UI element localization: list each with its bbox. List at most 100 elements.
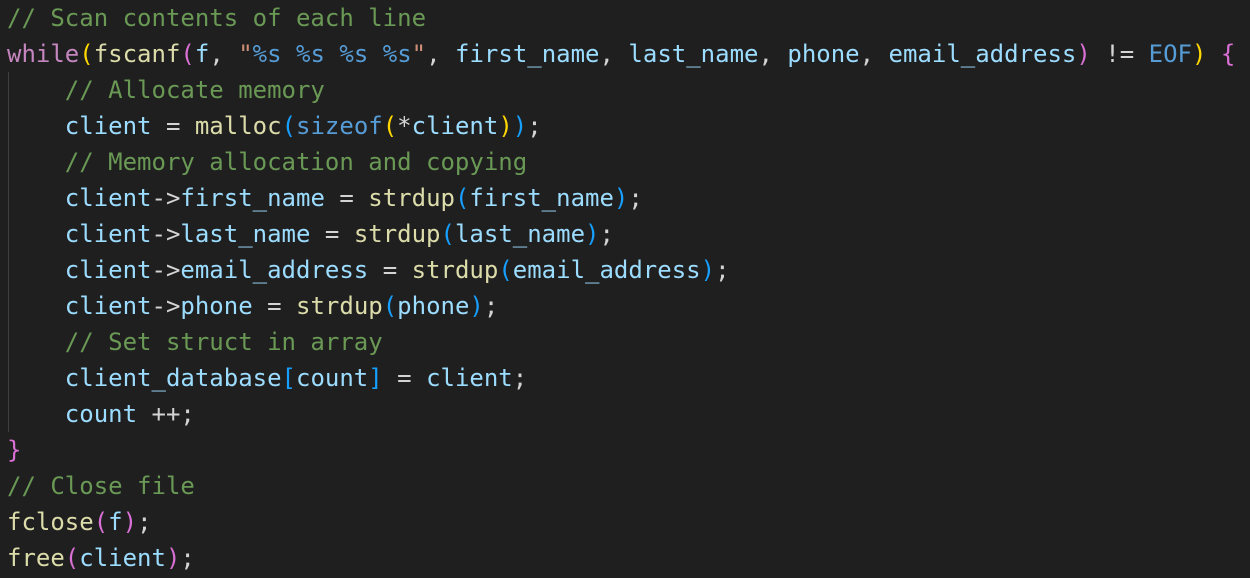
semicolon: ; [180, 544, 195, 572]
keyword-sizeof: sizeof [296, 112, 383, 140]
operator-assign: = [368, 256, 412, 284]
bracket-open: ( [382, 112, 398, 140]
comma: , [758, 40, 788, 68]
bracket-close: ) [1076, 40, 1091, 68]
code-line-5[interactable]: // Memory allocation and copying [7, 144, 527, 180]
variable-f: f [194, 40, 210, 68]
code-line-12[interactable]: count ++; [7, 396, 195, 432]
string-quote: " [411, 40, 427, 68]
code-editor[interactable]: // Scan contents of each line while(fsca… [0, 0, 1250, 578]
variable-client: client [64, 292, 152, 320]
code-line-4[interactable]: client = malloc(sizeof(*client)); [7, 108, 542, 144]
function-strdup: strdup [353, 220, 441, 248]
operator-arrow: -> [151, 220, 181, 248]
bracket-close: ) [469, 292, 484, 320]
semicolon: ; [628, 184, 643, 212]
variable-first-name: first_name [469, 184, 614, 212]
code-line-15[interactable]: fclose(f); [7, 504, 152, 540]
member-last-name: last_name [180, 220, 311, 248]
code-line-1[interactable]: // Scan contents of each line [7, 0, 426, 36]
code-line-2[interactable]: while(fscanf(f, "%s %s %s %s", first_nam… [7, 36, 1235, 72]
variable-first-name: first_name [455, 40, 600, 68]
variable-client: client [426, 364, 513, 392]
semicolon: ; [599, 220, 614, 248]
function-fscanf: fscanf [93, 40, 181, 68]
function-fclose: fclose [7, 508, 94, 536]
bracket-close: ) [122, 508, 138, 536]
variable-client: client [64, 256, 152, 284]
bracket-open: ( [440, 220, 455, 248]
variable-f: f [108, 508, 123, 536]
function-malloc: malloc [194, 112, 282, 140]
bracket-close: ) [700, 256, 716, 284]
code-line-16[interactable]: free(client); [7, 540, 195, 576]
operator-assign: = [151, 112, 195, 140]
operator-not-equal: != [1090, 40, 1149, 68]
string-space [282, 40, 296, 68]
code-line-8[interactable]: client->email_address = strdup(email_add… [7, 252, 730, 288]
comment: // Set struct in array [64, 328, 383, 356]
bracket-open: ( [64, 544, 80, 572]
variable-count: count [296, 364, 369, 392]
code-line-9[interactable]: client->phone = strdup(phone); [7, 288, 499, 324]
semicolon: ; [527, 112, 542, 140]
code-line-6[interactable]: client->first_name = strdup(first_name); [7, 180, 643, 216]
bracket-close: ) [1191, 40, 1207, 68]
format-specifier: %s [252, 40, 282, 68]
code-line-7[interactable]: client->last_name = strdup(last_name); [7, 216, 614, 252]
operator-deref: * [397, 112, 412, 140]
comment: // Scan contents of each line [7, 4, 427, 32]
variable-phone: phone [397, 292, 470, 320]
semicolon: ; [180, 400, 195, 428]
semicolon: ; [512, 364, 528, 392]
bracket-close: ] [368, 364, 383, 392]
format-specifier: %s [382, 40, 412, 68]
comma: , [859, 40, 889, 68]
code-line-3[interactable]: // Allocate memory [7, 72, 325, 108]
code-line-13[interactable]: } [7, 432, 21, 468]
bracket-close: ) [613, 184, 629, 212]
variable-phone: phone [787, 40, 860, 68]
variable-client: client [79, 544, 166, 572]
comma: , [209, 40, 239, 68]
bracket-open: ( [498, 256, 513, 284]
format-specifier: %s [296, 40, 325, 68]
bracket-close: ) [498, 112, 513, 140]
bracket-open: ( [454, 184, 470, 212]
operator-assign: = [310, 220, 354, 248]
variable-last-name: last_name [454, 220, 586, 248]
bracket-open: ( [93, 508, 109, 536]
keyword-while: while [7, 40, 80, 68]
function-strdup: strdup [368, 184, 455, 212]
semicolon: ; [137, 508, 152, 536]
variable-last-name: last_name [628, 40, 759, 68]
comma: , [426, 40, 456, 68]
format-specifier: %s [339, 40, 369, 68]
code-line-11[interactable]: client_database[count] = client; [7, 360, 527, 396]
semicolon: ; [483, 292, 499, 320]
operator-arrow: -> [151, 292, 181, 320]
variable-client: client [411, 112, 499, 140]
brace-open: { [1220, 40, 1236, 68]
bracket-close: ) [512, 112, 528, 140]
code-line-10[interactable]: // Set struct in array [7, 324, 383, 360]
comment: // Allocate memory [64, 76, 325, 104]
variable-client: client [64, 220, 152, 248]
variable-email-address: email_address [512, 256, 701, 284]
variable-email-address: email_address [888, 40, 1077, 68]
operator-assign: = [252, 292, 297, 320]
operator-assign: = [324, 184, 369, 212]
code-line-14[interactable]: // Close file [7, 468, 195, 504]
bracket-open: ( [79, 40, 94, 68]
function-strdup: strdup [411, 256, 499, 284]
